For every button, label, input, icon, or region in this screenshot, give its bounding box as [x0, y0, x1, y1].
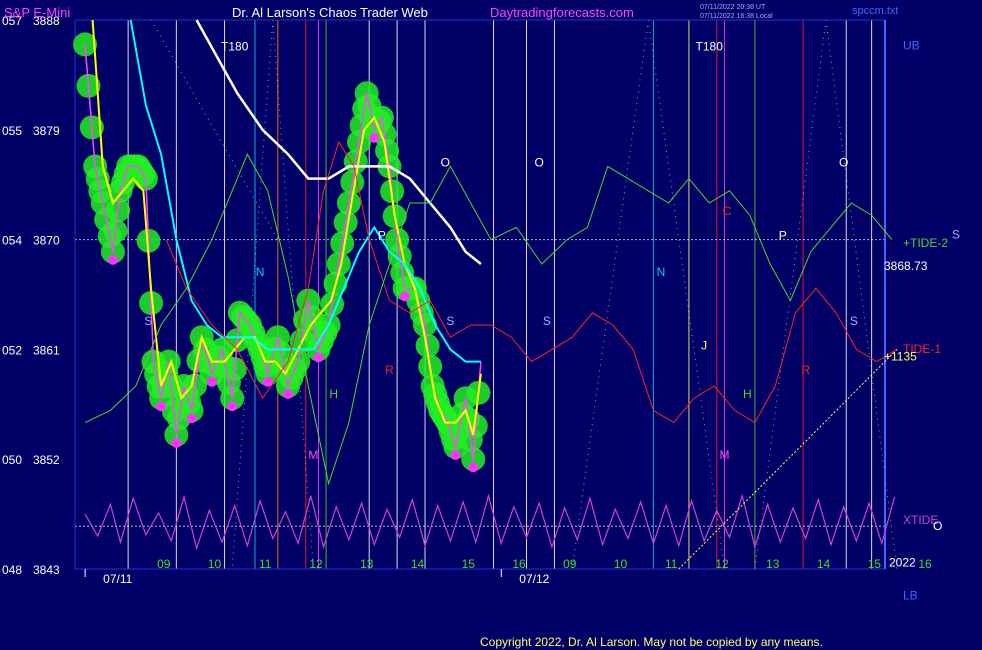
price-low-dot	[107, 254, 118, 265]
y-tick-price-4: 3852	[33, 453, 60, 467]
price-low-dot	[156, 401, 167, 412]
price-low-dot	[171, 437, 182, 448]
marker-label-17: H	[329, 387, 338, 401]
x-tick-hour-7: 16	[512, 557, 526, 571]
y-tick-pct-3: 052	[2, 343, 22, 357]
marker-label-14: J	[701, 338, 707, 352]
x-tick-hour-6: 15	[462, 557, 476, 571]
price-low-dot	[313, 352, 324, 363]
y-tick-price-3: 3861	[33, 343, 60, 357]
x-tick-hour-4: 13	[360, 557, 374, 571]
y-tick-pct-4: 050	[2, 453, 22, 467]
x-tick-hour-2: 11	[259, 557, 272, 571]
right-label-9: LB	[903, 589, 918, 603]
x-tick-hour-13: 14	[817, 557, 831, 571]
marker-label-1: T180	[696, 40, 724, 54]
data-filename: spccm.txt	[852, 5, 898, 17]
marker-label-2: O	[441, 155, 450, 169]
right-label-2: S	[952, 228, 960, 242]
marker-label-12: S	[850, 314, 858, 328]
price-low-dot	[369, 132, 380, 143]
right-label-8: 2022	[889, 556, 916, 570]
x-tick-hour-14: 15	[868, 557, 882, 571]
marker-label-13: C	[723, 204, 732, 218]
y-tick-pct-2: 054	[2, 234, 22, 248]
marker-label-11: S	[543, 314, 551, 328]
y-tick-price-5: 3843	[33, 563, 60, 577]
right-label-7: O	[933, 519, 942, 533]
marker-label-10: S	[446, 314, 454, 328]
y-tick-price-2: 3870	[33, 234, 60, 248]
author-title: Dr. Al Larson's Chaos Trader Web	[232, 5, 428, 20]
marker-label-15: R	[385, 363, 394, 377]
price-low-dot	[186, 413, 197, 424]
marker-label-7: N	[256, 265, 265, 279]
x-tick-hour-3: 12	[309, 557, 323, 571]
marker-label-5: P	[378, 229, 386, 243]
site-link[interactable]: Daytradingforecasts.com	[490, 5, 634, 20]
timestamp-local: 07/11/2022 16:38 Local	[700, 13, 773, 20]
symbol-label: S&P E-Mini	[4, 5, 70, 20]
marker-label-20: M	[719, 448, 729, 462]
price-low-dot	[283, 389, 293, 399]
right-label-1: +TIDE-2	[903, 236, 948, 250]
y-tick-pct-1: 055	[2, 124, 22, 138]
x-tick-date-1: 07/12	[519, 572, 549, 586]
marker-label-18: H	[743, 387, 752, 401]
price-low-dot	[450, 450, 461, 460]
x-tick-hour-10: 11	[665, 557, 678, 571]
right-label-5: +1135	[884, 350, 917, 364]
x-tick-hour-1: 10	[208, 557, 222, 571]
y-tick-pct-5: 048	[2, 563, 22, 577]
timestamp-ut: 07/11/2022 20:38 UT	[700, 4, 766, 11]
price-low-dot	[262, 376, 273, 387]
x-tick-hour-5: 14	[411, 557, 425, 571]
x-tick-hour-0: 09	[157, 557, 171, 571]
price-low-dot	[227, 401, 238, 412]
x-tick-hour-9: 10	[614, 557, 628, 571]
marker-label-8: N	[657, 265, 666, 279]
copyright-notice: Copyright 2022, Dr. Al Larson. May not b…	[480, 635, 823, 649]
x-tick-hour-11: 12	[715, 557, 729, 571]
x-tick-hour-8: 09	[563, 557, 577, 571]
y-tick-price-1: 3879	[33, 124, 60, 138]
chaos-chart: T180 T180O O OP PN NS S S SCJR RH HM M 057 3888055 38…	[0, 0, 982, 650]
right-label-3: 3868.73	[884, 259, 928, 273]
marker-label-4: O	[839, 155, 848, 169]
x-tick-date-0: 07/11	[103, 572, 132, 586]
marker-label-0: T180	[221, 40, 249, 54]
marker-label-9: S	[144, 314, 152, 328]
marker-label-19: M	[308, 448, 318, 462]
price-low-dot	[206, 376, 217, 387]
x-tick-hour-12: 13	[766, 557, 780, 571]
marker-label-6: P	[779, 229, 787, 243]
marker-label-16: R	[801, 363, 810, 377]
price-low-dot	[399, 291, 410, 302]
price-low-dot	[468, 462, 479, 473]
right-label-0: UB	[903, 38, 920, 52]
x-tick-hour-15: 16	[918, 557, 932, 571]
marker-label-3: O	[535, 155, 544, 169]
